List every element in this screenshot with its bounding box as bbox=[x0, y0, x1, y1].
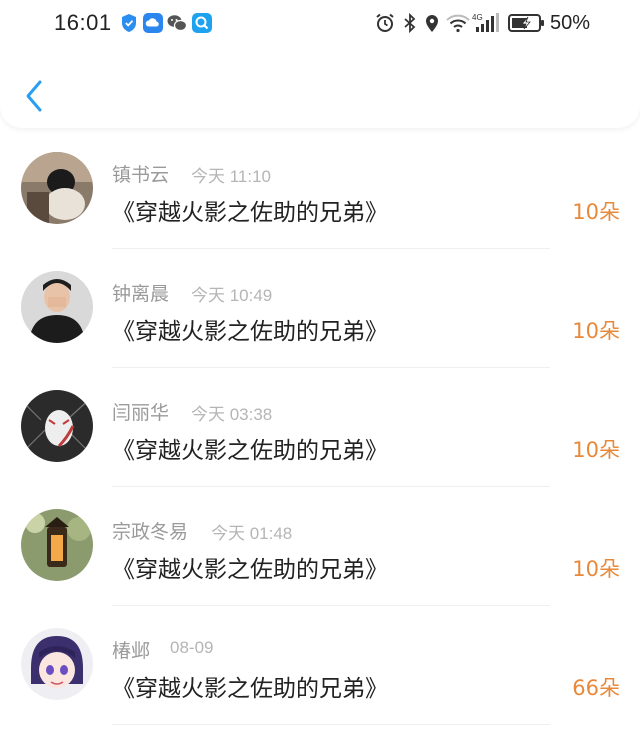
signal-4g-icon: 4G bbox=[472, 12, 502, 34]
battery-percent: 50% bbox=[550, 12, 591, 34]
cloud-app-icon bbox=[142, 12, 164, 34]
list-item[interactable]: 椿邺 08-09 《穿越火影之佐助的兄弟》 66朵 bbox=[0, 606, 640, 725]
back-button[interactable] bbox=[18, 76, 54, 116]
timestamp: 今天 11:10 bbox=[191, 167, 272, 186]
book-title: 《穿越火影之佐助的兄弟》 bbox=[112, 438, 388, 464]
location-icon bbox=[421, 12, 443, 34]
sender-name: 镇书云 bbox=[112, 164, 170, 186]
status-time: 16:01 bbox=[54, 10, 112, 35]
avatar[interactable] bbox=[21, 628, 93, 700]
wechat-icon bbox=[166, 12, 188, 34]
gift-record-list: 镇书云 今天 11:10 《穿越火影之佐助的兄弟》 10朵 钟离晨 今天 10:… bbox=[0, 130, 640, 725]
wifi-icon bbox=[445, 12, 471, 34]
book-title: 《穿越火影之佐助的兄弟》 bbox=[112, 557, 388, 583]
sender-name: 椿邺 bbox=[112, 640, 151, 662]
battery-icon bbox=[508, 12, 546, 34]
timestamp: 今天 10:49 bbox=[191, 286, 273, 305]
list-item[interactable]: 闫丽华 今天 03:38 《穿越火影之佐助的兄弟》 10朵 bbox=[0, 368, 640, 487]
timestamp: 08-09 bbox=[170, 638, 214, 657]
flower-count: 10朵 bbox=[572, 200, 620, 224]
list-item[interactable]: 宗政冬易 今天 01:48 《穿越火影之佐助的兄弟》 10朵 bbox=[0, 487, 640, 606]
list-item[interactable]: 钟离晨 今天 10:49 《穿越火影之佐助的兄弟》 10朵 bbox=[0, 249, 640, 368]
avatar[interactable] bbox=[21, 390, 93, 462]
flower-count: 66朵 bbox=[572, 676, 620, 700]
sender-name: 闫丽华 bbox=[112, 402, 170, 424]
shield-app-icon bbox=[118, 12, 140, 34]
divider bbox=[112, 724, 550, 725]
alarm-icon bbox=[374, 12, 396, 34]
avatar[interactable] bbox=[21, 509, 93, 581]
chevron-left-icon bbox=[26, 80, 42, 112]
top-bar: 16:01 4G 50% bbox=[0, 0, 640, 128]
sender-name: 钟离晨 bbox=[112, 283, 170, 305]
list-item[interactable]: 镇书云 今天 11:10 《穿越火影之佐助的兄弟》 10朵 bbox=[0, 130, 640, 249]
sender-name: 宗政冬易 bbox=[112, 521, 189, 543]
flower-count: 10朵 bbox=[572, 319, 620, 343]
book-title: 《穿越火影之佐助的兄弟》 bbox=[112, 200, 388, 226]
flower-count: 10朵 bbox=[572, 438, 620, 462]
svg-text:4G: 4G bbox=[472, 13, 483, 22]
timestamp: 今天 01:48 bbox=[211, 524, 293, 543]
timestamp: 今天 03:38 bbox=[191, 405, 273, 424]
flower-count: 10朵 bbox=[572, 557, 620, 581]
status-bar: 16:01 4G 50% bbox=[0, 0, 640, 48]
search-app-icon bbox=[191, 12, 213, 34]
book-title: 《穿越火影之佐助的兄弟》 bbox=[112, 676, 388, 702]
book-title: 《穿越火影之佐助的兄弟》 bbox=[112, 319, 388, 345]
avatar[interactable] bbox=[21, 271, 93, 343]
bluetooth-icon bbox=[399, 12, 421, 34]
avatar[interactable] bbox=[21, 152, 93, 224]
